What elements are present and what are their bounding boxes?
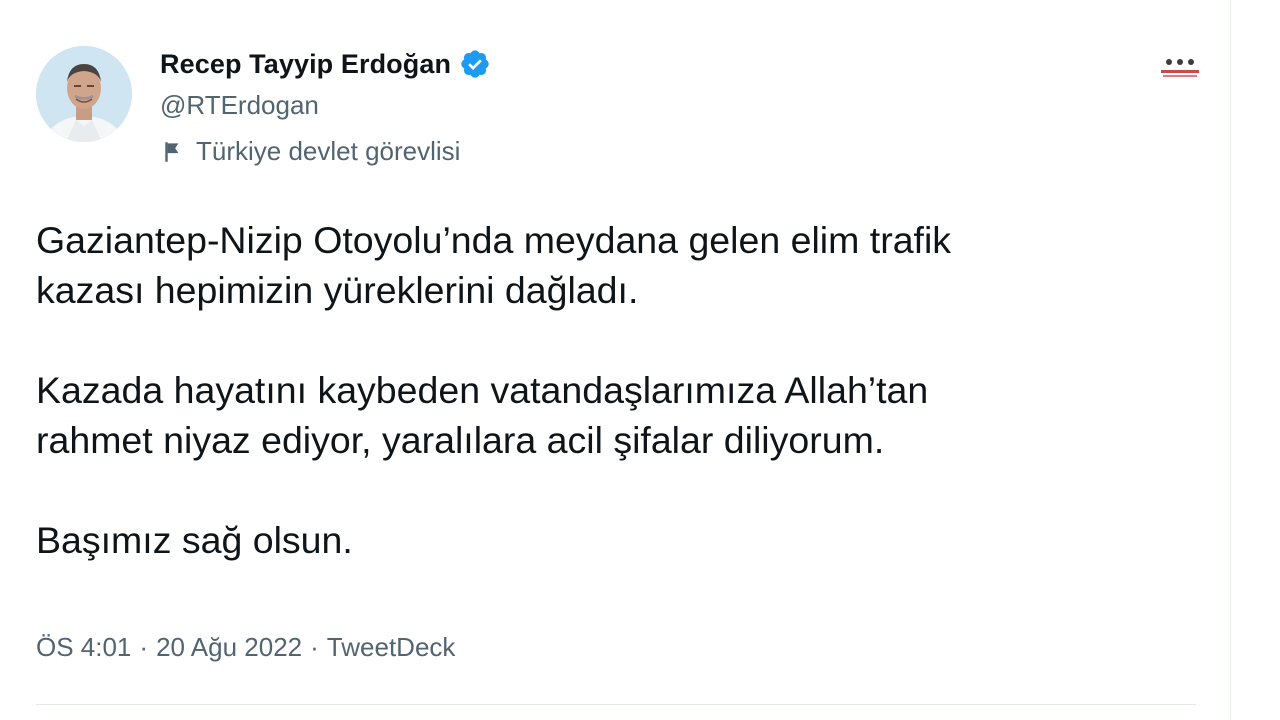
tweet-paragraph: Başımız sağ olsun.	[36, 515, 1216, 565]
tweet-line: kazası hepimizin yüreklerini dağladı.	[36, 269, 639, 311]
tweet-line: rahmet niyaz ediyor, yaralılara acil şif…	[36, 419, 885, 461]
tweet-line: Kazada hayatını kaybeden vatandaşlarımız…	[36, 369, 929, 411]
profile-photo	[36, 46, 132, 142]
tweet-meta: ÖS 4:01 · 20 Ağu 2022 · TweetDeck	[36, 632, 455, 663]
more-options-button[interactable]	[1154, 56, 1206, 82]
tweet-time[interactable]: ÖS 4:01	[36, 632, 131, 663]
tweet-paragraph: Kazada hayatını kaybeden vatandaşlarımız…	[36, 365, 1216, 465]
tweet-date[interactable]: 20 Ağu 2022	[156, 632, 302, 663]
author-name[interactable]: Recep Tayyip Erdoğan	[160, 49, 451, 80]
divider	[1230, 0, 1231, 720]
tweet-card: Recep Tayyip Erdoğan @RTErdogan Türkiye …	[0, 0, 1280, 720]
government-label-text: Türkiye devlet görevlisi	[196, 136, 461, 166]
flag-icon	[160, 139, 186, 165]
author-handle[interactable]: @RTErdogan	[160, 90, 319, 121]
government-label[interactable]: Türkiye devlet görevlisi	[160, 136, 460, 167]
divider	[36, 704, 1196, 705]
meta-separator: ·	[139, 632, 149, 662]
tweet-text: Gaziantep-Nizip Otoyolu’nda meydana gele…	[36, 215, 1216, 565]
meta-separator: ·	[310, 632, 319, 662]
tweet-line: Gaziantep-Nizip Otoyolu’nda meydana gele…	[36, 219, 952, 261]
avatar[interactable]	[36, 46, 132, 142]
tweet-paragraph: Gaziantep-Nizip Otoyolu’nda meydana gele…	[36, 215, 1216, 315]
tweet-line: Başımız sağ olsun.	[36, 519, 353, 561]
tweet-source[interactable]: TweetDeck	[327, 632, 456, 663]
author-name-row: Recep Tayyip Erdoğan	[160, 48, 491, 80]
verified-badge-icon	[459, 48, 491, 80]
more-options-icon	[1157, 56, 1203, 80]
